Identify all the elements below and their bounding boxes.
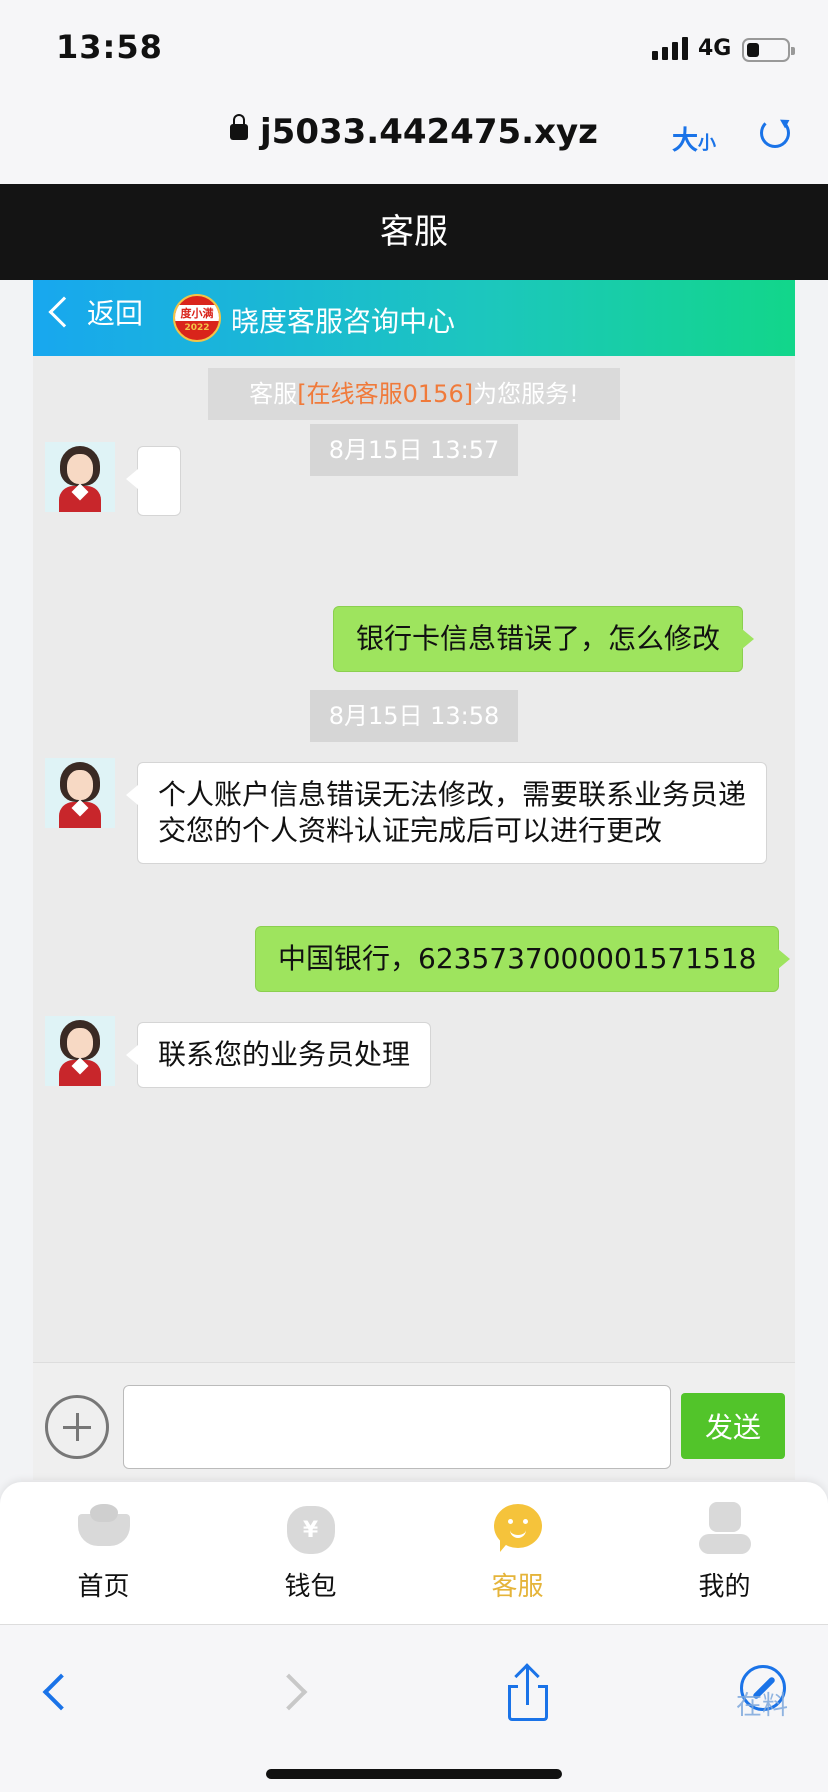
home-ingot-icon	[76, 1500, 132, 1556]
profile-icon	[697, 1500, 753, 1556]
home-indicator[interactable]	[266, 1769, 562, 1779]
watermark: 在料	[736, 1691, 789, 1721]
agent-message: 个人账户信息错误无法修改，需要联系业务员递交您的个人资料认证完成后可以进行更改	[126, 762, 767, 864]
notice-agent: [在线客服0156]	[297, 380, 474, 408]
back-arrow-icon[interactable]	[42, 1673, 80, 1711]
text-size-big: 大	[672, 126, 699, 156]
tab-profile[interactable]: 我的	[621, 1482, 828, 1624]
send-button[interactable]: 发送	[681, 1393, 785, 1459]
agent-message-empty	[126, 446, 181, 516]
chat-header: 返回 度小满 2022 晓度客服咨询中心	[33, 280, 795, 356]
back-button[interactable]: 返回	[43, 292, 143, 332]
signal-icon	[652, 36, 688, 60]
agent-avatar	[45, 1016, 115, 1086]
brand-logo: 度小满 2022	[173, 294, 221, 342]
forward-arrow-icon[interactable]	[270, 1673, 308, 1711]
tab-label: 我的	[698, 1572, 751, 1602]
chevron-left-icon	[48, 296, 80, 328]
browser-toolbar: 在料	[0, 1624, 828, 1792]
notice-suffix: 为您服务!	[473, 380, 579, 408]
reload-icon[interactable]	[760, 118, 790, 148]
tab-label: 客服	[491, 1572, 544, 1602]
battery-icon	[742, 38, 795, 62]
logo-year: 2022	[184, 323, 210, 333]
status-bar: 13:58 4G	[0, 0, 828, 96]
plus-icon[interactable]	[45, 1395, 109, 1459]
tab-service[interactable]: 客服	[414, 1482, 621, 1624]
tab-home[interactable]: 首页	[0, 1482, 207, 1624]
text-size-small: 小	[698, 133, 717, 154]
url-text: j5033.442475.xyz	[260, 112, 598, 152]
service-notice: 客服[在线客服0156]为您服务!	[208, 368, 620, 420]
browser-address-bar[interactable]: j5033.442475.xyz 大小	[0, 96, 828, 184]
agent-avatar	[45, 758, 115, 828]
agent-message: 联系您的业务员处理	[125, 1022, 432, 1088]
timestamp: 8月15日 13:57	[310, 424, 518, 476]
chat-title: 晓度客服咨询中心	[231, 305, 456, 338]
composer: 发送	[33, 1362, 795, 1480]
network-type: 4G	[698, 36, 732, 61]
tab-wallet[interactable]: ¥ 钱包	[207, 1482, 414, 1624]
tab-bar: 首页 ¥ 钱包 客服 我的	[0, 1482, 828, 1624]
user-message: 中国银行，6235737000001571518	[255, 926, 791, 992]
timestamp: 8月15日 13:58	[310, 690, 518, 742]
share-icon[interactable]	[508, 1663, 548, 1723]
user-message: 银行卡信息错误了，怎么修改	[333, 606, 755, 672]
page-title: 客服	[0, 184, 828, 280]
service-chat-icon	[490, 1500, 546, 1556]
notice-prefix: 客服	[249, 380, 298, 408]
chat-messages[interactable]: 客服[在线客服0156]为您服务! 8月15日 13:57 银行卡信息错误了，怎…	[33, 356, 795, 1362]
wallet-bag-icon: ¥	[283, 1500, 339, 1556]
back-label: 返回	[87, 297, 144, 330]
lock-icon	[230, 113, 249, 140]
tab-label: 首页	[77, 1572, 130, 1602]
message-input[interactable]	[123, 1385, 671, 1469]
text-size-button[interactable]: 大小	[672, 120, 716, 157]
status-time: 13:58	[56, 28, 163, 66]
logo-text: 度小满	[175, 305, 219, 321]
tab-label: 钱包	[284, 1572, 337, 1602]
agent-avatar	[45, 442, 115, 512]
